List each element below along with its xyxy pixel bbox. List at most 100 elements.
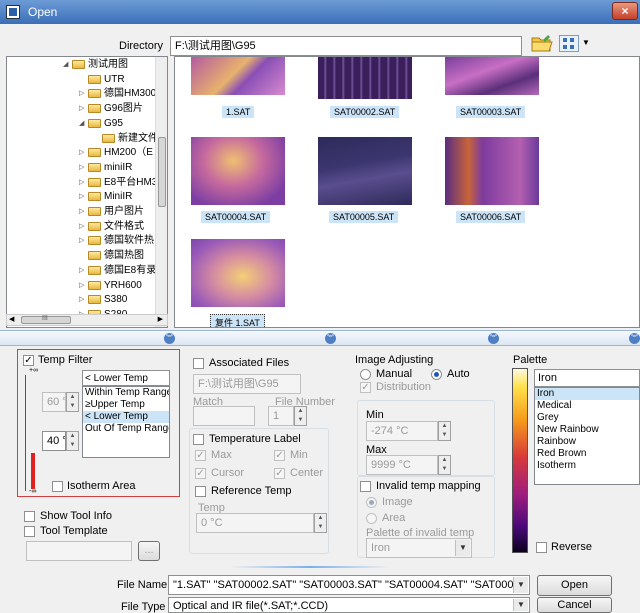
cancel-button[interactable]: Cancel [537, 597, 612, 613]
auto-radio[interactable] [431, 369, 442, 380]
collapse-chevron-icon[interactable]: ︾ [164, 333, 175, 344]
tree-item[interactable]: UTR [79, 74, 125, 86]
reverse-checkbox[interactable] [536, 542, 547, 553]
temperature-label-checkbox[interactable] [193, 434, 204, 445]
tree-item[interactable]: ▷ 德国HM300 [79, 88, 156, 100]
expand-toggle-icon[interactable]: ◢ [63, 59, 72, 71]
thumbnail-caption[interactable]: SAT00004.SAT [201, 211, 271, 223]
open-folder-icon[interactable] [531, 33, 553, 53]
thumbnail-image[interactable] [445, 137, 539, 205]
show-tool-info-checkbox[interactable] [24, 511, 35, 522]
scroll-right-arrow[interactable]: ▶ [158, 315, 163, 323]
expand-toggle-icon[interactable]: ▷ [79, 88, 88, 100]
palette-select[interactable]: Iron [534, 369, 640, 387]
palette-option[interactable]: Rainbow [535, 436, 639, 448]
lower-temp-input[interactable]: 40 °C [42, 431, 66, 451]
file-type-select[interactable]: Optical and IR file(*.SAT;*.CCD) ▼ [168, 597, 530, 613]
filter-mode-list[interactable]: Within Temp Range ≥Upper Temp < Lower Temp… [82, 386, 170, 458]
tree-item[interactable]: 德国热图 [79, 250, 144, 262]
palette-list[interactable]: Iron Medical Grey New Rainbow Rainbow Red Bro… [534, 387, 640, 485]
thumbnail-image[interactable] [318, 57, 412, 99]
thumbnail-image[interactable] [318, 137, 412, 205]
palette-option[interactable]: New Rainbow [535, 424, 639, 436]
lower-temp-spinner[interactable]: ▲ ▼ [66, 431, 79, 451]
filter-mode-select[interactable]: < Lower Temp [82, 370, 170, 386]
scroll-left-arrow[interactable]: ◀ [9, 315, 14, 323]
isotherm-checkbox[interactable] [52, 481, 63, 492]
tree-horizontal-scrollbar[interactable]: ◀ III ▶ [6, 314, 168, 326]
manual-radio[interactable] [360, 369, 371, 380]
palette-option[interactable]: Red Brown [535, 448, 639, 460]
tree-hscroll-thumb[interactable]: III [21, 315, 71, 324]
min-input[interactable]: -274 °C [366, 421, 438, 441]
tree-scroll-thumb[interactable] [158, 137, 166, 207]
expand-toggle-icon[interactable]: ▷ [79, 280, 88, 292]
collapse-chevron-icon[interactable]: ︾ [325, 333, 336, 344]
view-menu-icon[interactable] [559, 35, 579, 52]
reference-temp-spinner[interactable]: ▲ ▼ [314, 513, 327, 533]
thumbnail-caption[interactable]: SAT00003.SAT [456, 106, 526, 118]
upper-temp-input[interactable]: 60 °C [42, 392, 66, 412]
palette-option[interactable]: Grey [535, 412, 639, 424]
file-number-input[interactable]: 1 [268, 406, 294, 426]
thumbnail-caption[interactable]: SAT00005.SAT [329, 211, 399, 223]
expand-toggle-icon[interactable]: ▷ [79, 265, 88, 277]
expand-toggle-icon[interactable]: ▷ [79, 206, 88, 218]
tree-item[interactable]: ▷ miniIR [79, 162, 132, 174]
min-spinner[interactable]: ▲ ▼ [438, 421, 451, 441]
filter-option[interactable]: Out Of Temp Range [83, 423, 169, 435]
thumbnail-image[interactable] [445, 57, 539, 95]
associated-files-checkbox[interactable] [193, 358, 204, 369]
expand-toggle-icon[interactable]: ▷ [79, 221, 88, 233]
area-radio[interactable] [366, 513, 377, 524]
file-name-input[interactable]: "1.SAT" "SAT00002.SAT" "SAT00003.SAT" "S… [168, 575, 530, 595]
palette-option[interactable]: Isotherm [535, 460, 639, 472]
collapse-chevron-icon[interactable]: ︾ [488, 333, 499, 344]
tree-item[interactable]: ▷ YRH600 [79, 280, 142, 292]
expand-toggle-icon[interactable]: ▷ [79, 294, 88, 306]
tree-item[interactable]: ▷ S380 [79, 294, 127, 306]
palette-option[interactable]: Medical [535, 400, 639, 412]
tree-item[interactable]: ▷ HM200（E [79, 147, 153, 159]
upper-temp-spinner[interactable]: ▲ ▼ [66, 392, 79, 412]
cursor-checkbox[interactable]: ✓ [195, 468, 206, 479]
tree-item[interactable]: ▷ G96图片 [79, 103, 143, 115]
expand-toggle-icon[interactable]: ▷ [79, 147, 88, 159]
thumbnail-image[interactable] [191, 239, 285, 307]
expand-toggle-icon[interactable]: ▷ [79, 235, 88, 247]
max-checkbox[interactable]: ✓ [195, 450, 206, 461]
tool-template-checkbox[interactable] [24, 526, 35, 537]
tree-item[interactable]: ▷ 德国软件热 [79, 235, 154, 247]
tree-item[interactable]: 新建文件 [93, 133, 158, 145]
max-input[interactable]: 9999 °C [366, 455, 438, 475]
temp-filter-checkbox[interactable]: ✓ [23, 355, 34, 366]
distribution-checkbox[interactable]: ✓ [360, 382, 371, 393]
tool-template-browse-button[interactable]: ... [138, 541, 160, 561]
tree-item[interactable]: ▷ 文件格式 [79, 221, 144, 233]
file-number-spinner[interactable]: ▲ ▼ [294, 406, 307, 426]
filter-option[interactable]: < Lower Temp [83, 411, 169, 423]
tree-item[interactable]: ▷ MiniIR [79, 191, 132, 203]
thumbnail-caption[interactable]: SAT00006.SAT [456, 211, 526, 223]
thumbnail-caption[interactable]: 1.SAT [222, 106, 255, 118]
filter-option[interactable]: ≥Upper Temp [83, 399, 169, 411]
expand-toggle-icon[interactable]: ▷ [79, 162, 88, 174]
max-spinner[interactable]: ▲ ▼ [438, 455, 451, 475]
match-input[interactable] [193, 406, 255, 426]
palette-option[interactable]: Iron [535, 388, 639, 400]
tree-item[interactable]: ▷ 用户图片 [79, 206, 144, 218]
min-checkbox[interactable]: ✓ [274, 450, 285, 461]
thumbnail-image[interactable] [191, 57, 285, 95]
chevron-down-icon[interactable]: ▼ [513, 577, 528, 593]
center-checkbox[interactable]: ✓ [274, 468, 285, 479]
expand-toggle-icon[interactable]: ▷ [79, 177, 88, 189]
invalid-palette-select[interactable]: Iron ▼ [366, 538, 472, 558]
reference-temp-checkbox[interactable] [195, 486, 206, 497]
filter-option[interactable]: Within Temp Range [83, 387, 169, 399]
thumbnail-caption[interactable]: SAT00002.SAT [330, 106, 400, 118]
tree-item[interactable]: ▷ E8平台HM3 [79, 177, 157, 189]
expand-toggle-icon[interactable]: ▷ [79, 191, 88, 203]
folder-tree[interactable]: ◢ 测试用图 UTR ▷ 德国HM300 ▷ G96图片 ◢ G95 新建文件 ▷ HM200（E ▷ m… [6, 56, 168, 328]
view-menu-arrow[interactable]: ▼ [582, 38, 590, 47]
expand-toggle-icon[interactable]: ▷ [79, 103, 88, 115]
